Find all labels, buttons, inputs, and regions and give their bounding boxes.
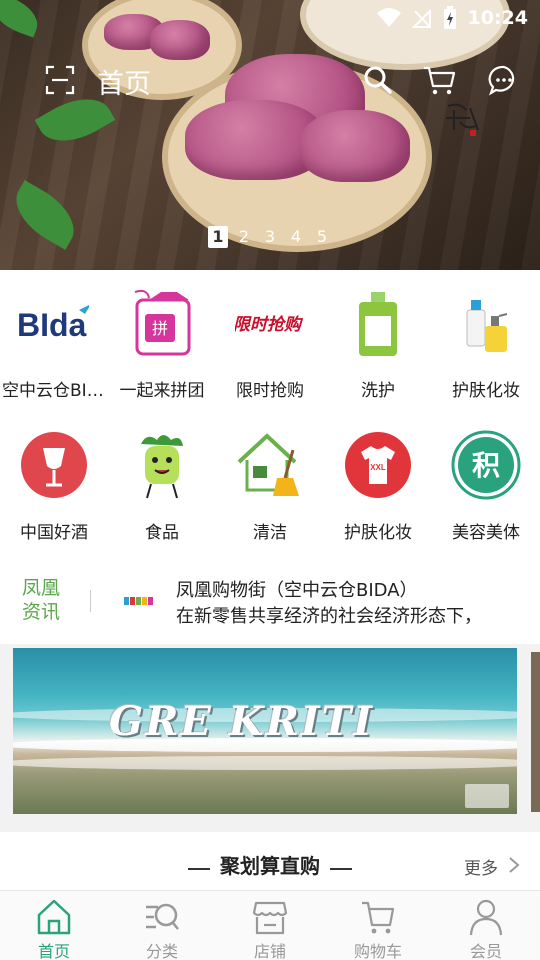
category-label: 空中云仓BIDA [2,381,108,401]
category-label: 护肤化妆 [344,523,412,543]
nav-home[interactable]: 首页 [0,891,108,960]
home-icon [37,899,71,935]
purple-bun [300,110,410,182]
category-item-cleaning[interactable]: 清洁 [216,412,324,552]
status-bar: 10:24 [0,0,540,36]
news-tag: 凤凰资讯 [22,577,61,623]
nav-label: 店铺 [253,942,286,960]
celery-character-icon [141,435,183,499]
skincare-bottles-icon [466,300,508,352]
user-icon [469,899,503,936]
category-label: 中国好酒 [20,523,88,543]
svg-text:积: 积 [472,449,500,482]
bottle-icon [359,292,397,356]
scan-icon[interactable] [44,64,76,96]
news-thumbnail-icon [122,596,156,606]
category-item-wine[interactable]: 中国好酒 [0,412,108,552]
nav-store[interactable]: 店铺 [216,891,324,960]
category-label: 食品 [145,523,179,543]
battery-charging-icon [443,6,456,29]
tshirt-icon: XXL [345,432,411,498]
news-ticker[interactable]: 凤凰资讯 凤凰购物街（空中云仓BIDA） 在新零售共享经济的社会经济形态下， [0,562,540,644]
bida-logo-icon: BIda [19,305,89,343]
section-title: 聚划算直购 [220,854,320,878]
category-label: 限时抢购 [236,381,304,401]
news-summary[interactable]: 在新零售共享经济的社会经济形态下， [176,602,506,628]
wine-glass-icon [21,432,87,498]
svg-text:BIda: BIda [19,307,87,343]
category-item-beauty[interactable]: 积 美容美体 [432,412,540,552]
carousel-page-indicator[interactable]: 1 [208,226,228,248]
chevron-right-icon[interactable] [508,856,520,874]
page-title: 首页 [97,69,151,100]
points-icon: 积 [451,430,521,500]
carousel-pagination: 1 2 3 4 5 [208,226,332,248]
wave-decoration [13,756,517,770]
category-item-group-buy[interactable]: 拼 一起来拼团 [108,270,216,410]
svg-text:拼: 拼 [152,319,168,338]
clock: 10:24 [467,7,528,29]
bottom-nav: 首页 分类 店铺 购物车 会员 [0,890,540,960]
nav-label: 购物车 [353,942,402,960]
carousel-page-indicator[interactable]: 2 [234,226,254,248]
carousel-page-indicator[interactable]: 4 [286,226,306,248]
no-signal-icon [411,8,431,28]
calligraphy-seal-icon [446,103,479,136]
next-promo-peek[interactable] [531,652,540,812]
category-grid: BIda 空中云仓BIDA 拼 一起来拼团 限时抢购 限时抢购 洗护 护肤化妆 … [0,270,540,562]
home-screen: 1 2 3 4 5 10:24 首页 BIda 空中云仓BIDA 拼 一起来拼团… [0,0,540,960]
category-search-icon [146,903,179,930]
group-buy-tag-icon: 拼 [134,289,191,356]
nav-category[interactable]: 分类 [108,891,216,960]
watermark-logo [465,784,509,808]
nav-member[interactable]: 会员 [432,891,540,960]
title-dash-left [188,867,210,870]
category-label: 美容美体 [452,523,520,543]
svg-text:限时抢购: 限时抢购 [235,315,304,335]
nav-label: 首页 [37,942,70,960]
category-item-bida[interactable]: BIda 空中云仓BIDA [0,270,108,410]
divider [90,590,91,612]
section-header: 聚划算直购 更多 [0,832,540,890]
news-headline[interactable]: 凤凰购物街（空中云仓BIDA） [176,576,418,602]
category-item-food[interactable]: 食品 [108,412,216,552]
category-label: 洗护 [361,381,395,401]
carousel-page-indicator[interactable]: 3 [260,226,280,248]
carousel-page-indicator[interactable]: 5 [312,226,332,248]
house-broom-icon [237,433,299,496]
more-link[interactable]: 更多 [464,854,498,879]
category-label: 清洁 [253,523,287,543]
nav-cart[interactable]: 购物车 [324,891,432,960]
category-label: 护肤化妆 [452,381,520,401]
wifi-icon [376,8,401,27]
category-item-apparel[interactable]: XXL 护肤化妆 [324,412,432,552]
nav-label: 会员 [469,942,502,960]
svg-text:XXL: XXL [370,463,386,472]
top-bar: 首页 [0,56,540,104]
promo-banner[interactable]: GRE KRITI [13,648,517,814]
nav-label: 分类 [145,942,178,960]
promo-title: GRE KRITI [109,698,375,745]
cart-icon [362,901,395,934]
title-dash-right [330,867,352,870]
store-icon [252,901,288,935]
category-item-flash-sale[interactable]: 限时抢购 限时抢购 [216,270,324,410]
category-item-skincare[interactable]: 护肤化妆 [432,270,540,410]
flash-sale-icon: 限时抢购 [235,315,304,335]
cart-icon[interactable] [422,64,458,96]
message-icon[interactable] [488,64,520,96]
search-icon[interactable] [362,64,394,96]
category-item-wash-care[interactable]: 洗护 [324,270,432,410]
hero-carousel[interactable]: 1 2 3 4 5 [0,0,540,270]
category-label: 一起来拼团 [119,381,205,401]
